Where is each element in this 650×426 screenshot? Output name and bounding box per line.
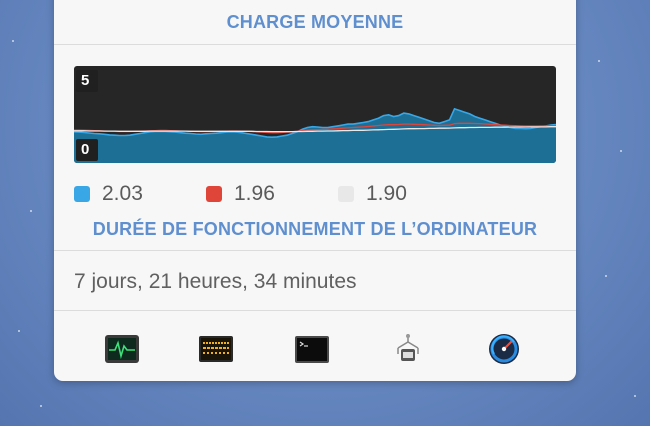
istat-dropdown-panel: CHARGE MOYENNE 5 0 2.03 1.96 1.90 DURÉE … bbox=[54, 0, 576, 381]
divider bbox=[54, 44, 576, 45]
background-star bbox=[634, 395, 636, 397]
istat-menus-icon[interactable] bbox=[486, 332, 522, 366]
blue-swatch-icon bbox=[74, 186, 90, 202]
divider bbox=[54, 310, 576, 311]
uptime-value: 7 jours, 21 heures, 34 minutes bbox=[74, 270, 357, 293]
console-icon[interactable] bbox=[198, 332, 234, 366]
activity-monitor-icon[interactable] bbox=[104, 332, 140, 366]
background-star bbox=[40, 405, 42, 407]
terminal-icon[interactable] bbox=[294, 332, 330, 366]
axis-max-label: 5 bbox=[76, 70, 98, 92]
red-swatch-icon bbox=[206, 186, 222, 202]
load-area-1min bbox=[74, 108, 556, 163]
legend-value-5min: 1.96 bbox=[234, 182, 275, 205]
white-swatch-icon bbox=[338, 186, 354, 202]
system-information-icon[interactable] bbox=[390, 332, 426, 366]
uptime-title: DURÉE DE FONCTIONNEMENT DE L’ORDINATEUR bbox=[92, 219, 538, 239]
legend-value-1min: 2.03 bbox=[102, 182, 143, 205]
legend-value-15min: 1.90 bbox=[366, 182, 407, 205]
background-star bbox=[12, 40, 14, 42]
load-average-title: CHARGE MOYENNE bbox=[226, 12, 404, 32]
background-star bbox=[30, 210, 32, 212]
background-star bbox=[620, 150, 622, 152]
background-star bbox=[605, 275, 607, 277]
divider bbox=[54, 250, 576, 251]
load-average-plot bbox=[74, 107, 556, 163]
background-star bbox=[598, 60, 600, 62]
load-average-graph: 5 0 bbox=[74, 66, 556, 163]
axis-min-label: 0 bbox=[76, 139, 98, 161]
background-star bbox=[18, 330, 20, 332]
